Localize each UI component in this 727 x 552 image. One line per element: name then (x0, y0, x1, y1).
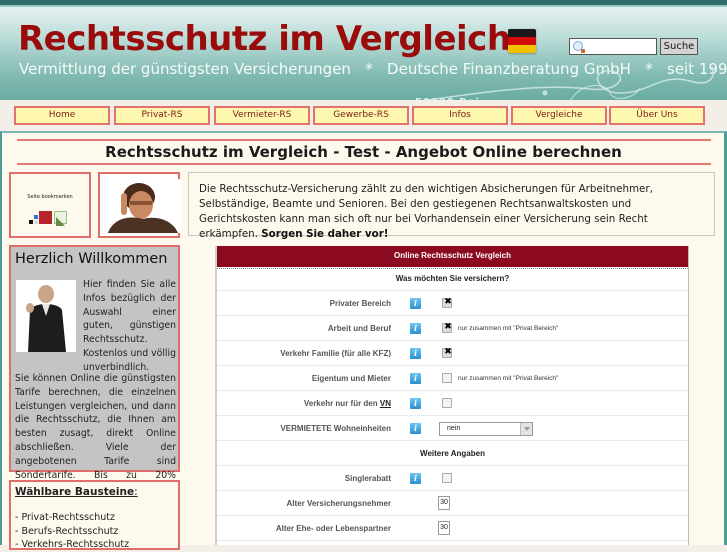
info-icon[interactable]: i (410, 398, 421, 409)
title-bottom-rule (17, 163, 711, 165)
intro-bold-text: Sorgen Sie daher vor! (261, 228, 389, 240)
form-row-property: Eigentum und Mieter i nur zusammen mit "… (217, 366, 688, 391)
checkbox-private[interactable] (442, 297, 453, 308)
nav-home[interactable]: Home (14, 106, 110, 125)
modules-title-colon: : (134, 486, 138, 498)
row-hint: nur zusammen mit "Privat Bereich" (458, 375, 559, 382)
form-row-traffic-vn: Verkehr nur für den VN i (217, 391, 688, 416)
portrait-box (98, 172, 181, 238)
welcome-body-text: Sie können Online die günstigsten Tarife… (15, 373, 176, 494)
title-top-rule (17, 139, 711, 141)
checkbox-work[interactable] (442, 322, 453, 333)
checkbox-property[interactable] (442, 373, 452, 383)
checkbox-traffic-vn[interactable] (442, 398, 452, 408)
info-icon[interactable]: i (410, 373, 421, 384)
search-input[interactable] (569, 38, 657, 55)
info-icon[interactable]: i (410, 323, 421, 334)
thinking-man-photo (103, 179, 181, 233)
bookmark-box: Seite bookmarken (9, 172, 91, 238)
form-row-private: Privater Bereich i (217, 291, 688, 316)
row-label: Verkehr Familie (für alle KFZ) (280, 349, 391, 358)
module-item: - Berufs-Rechtsschutz (15, 525, 119, 537)
germany-flag-icon[interactable] (508, 29, 536, 53)
welcome-box: Herzlich Willkommen Hier finden Sie alle… (9, 245, 180, 494)
info-icon[interactable]: i (410, 298, 421, 309)
nav-ueber-uns[interactable]: Über Uns (609, 106, 705, 125)
modules-title: Wählbare Bausteine (15, 486, 135, 498)
form-row-rented-units: VERMIETETE Wohneinheiten i nein (217, 416, 688, 441)
age-policyholder-input[interactable]: 30 (438, 496, 450, 510)
mister-wong-icon[interactable] (39, 211, 52, 224)
intro-box: Die Rechtsschutz-Versicherung zählt zu d… (188, 172, 715, 240)
row-label: Arbeit und Beruf (327, 324, 391, 333)
nav-vergleiche[interactable]: Vergleiche (511, 106, 607, 125)
vn-link[interactable]: VN (380, 399, 391, 408)
form-row-age-partner: Alter Ehe- oder Lebenspartner 30 (217, 516, 688, 541)
rented-units-select[interactable]: nein (439, 422, 533, 436)
bookmark-label: Seite bookmarken (27, 194, 73, 200)
section-row (217, 441, 688, 466)
search-icon (573, 41, 585, 53)
row-label: Alter Ehe- oder Lebenspartner (275, 524, 391, 533)
select-value: nein (447, 425, 461, 432)
form-row-work: Arbeit und Beruf i nur zusammen mit "Pri… (217, 316, 688, 341)
info-icon[interactable]: i (410, 423, 421, 434)
nav-infos[interactable]: Infos (412, 106, 508, 125)
welcome-side-text: Hier finden Sie alle Infos bezüglich der… (83, 279, 176, 373)
form-row-single-discount: Singlerabatt i (217, 466, 688, 491)
main-nav: Home Privat-RS Vermieter-RS Gewerbe-RS I… (14, 106, 714, 125)
nav-gewerbe-rs[interactable]: Gewerbe-RS (313, 106, 409, 125)
age-partner-input[interactable]: 30 (438, 521, 450, 535)
lawyer-photo (16, 280, 76, 352)
modules-box: Wählbare Bausteine: - Privat-Rechtsschut… (9, 480, 180, 550)
site-title: Rechtsschutz im Vergleich (18, 19, 511, 59)
info-icon[interactable]: i (410, 348, 421, 359)
section-row (217, 266, 688, 291)
welcome-title: Herzlich Willkommen (15, 251, 168, 267)
chevron-down-icon (520, 423, 532, 435)
checkbox-traffic-family[interactable] (442, 347, 453, 358)
row-label: Singlerabatt (344, 474, 391, 483)
row-hint: nur zusammen mit "Privat Bereich" (458, 325, 559, 332)
page-title: Rechtsschutz im Vergleich - Test - Angeb… (105, 143, 622, 161)
comparison-form: Online Rechtsschutz Vergleich Was möchte… (215, 246, 689, 545)
row-label: Eigentum und Mieter (311, 374, 391, 383)
row-label: Verkehr nur für den VN (304, 391, 391, 416)
form-row-age-policyholder: Alter Versicherungsnehmer 30 (217, 491, 688, 516)
google-bookmark-icon[interactable] (54, 211, 67, 226)
decorative-swirl (421, 66, 714, 100)
delicious-icon[interactable] (29, 215, 38, 224)
row-label: Privater Bereich (329, 299, 391, 308)
module-item: - Privat-Rechtsschutz (15, 512, 116, 523)
nav-vermieter-rs[interactable]: Vermieter-RS (214, 106, 310, 125)
form-row-traffic-family: Verkehr Familie (für alle KFZ) i (217, 341, 688, 366)
form-header: Online Rechtsschutz Vergleich (217, 246, 688, 267)
info-icon[interactable]: i (410, 473, 421, 484)
row-label: Alter Versicherungsnehmer (286, 499, 391, 508)
search-button[interactable]: Suche (660, 38, 698, 55)
site-header: Rechtsschutz im Vergleich Vermittlung de… (0, 7, 727, 100)
nav-privat-rs[interactable]: Privat-RS (114, 106, 210, 125)
faded-header-text: E0000 Bei (415, 97, 480, 100)
row-label-text: Verkehr nur für den (303, 399, 380, 408)
checkbox-single-discount[interactable] (442, 473, 452, 483)
row-label: VERMIETETE Wohneinheiten (280, 424, 391, 433)
